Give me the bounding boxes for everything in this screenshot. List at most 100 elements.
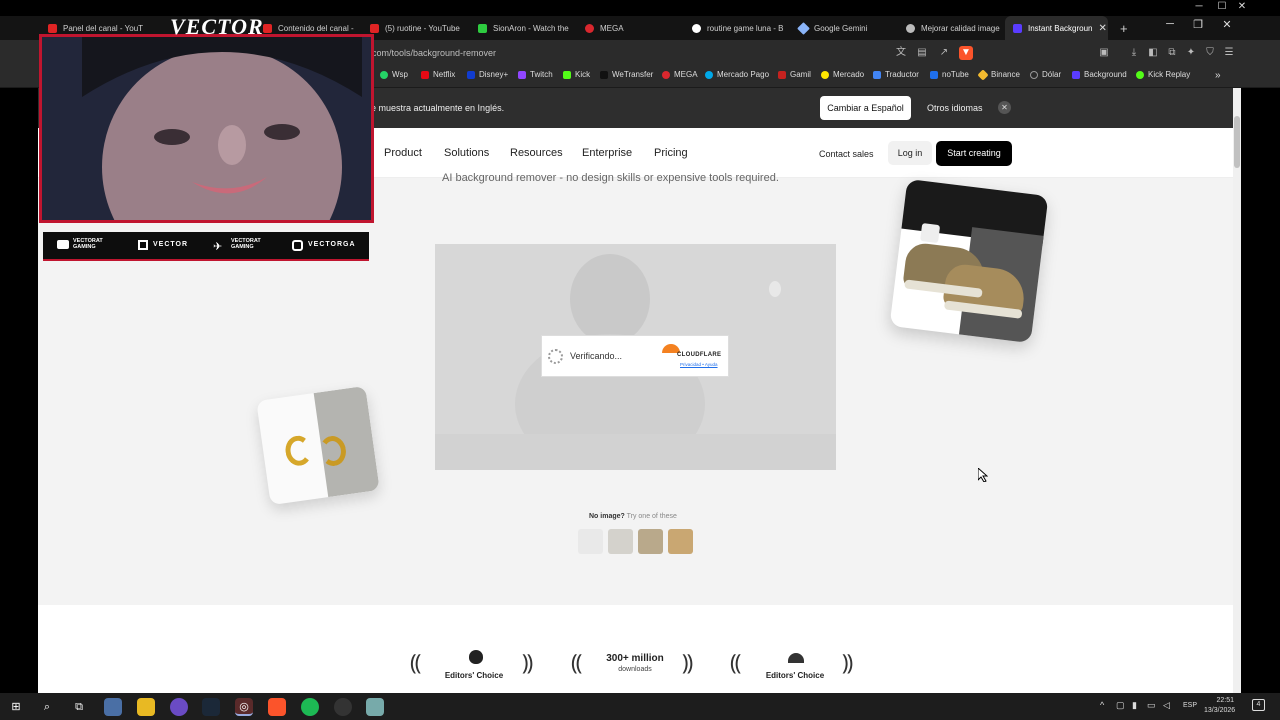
clock[interactable]: 22:51 13/3/2026	[1204, 696, 1235, 716]
sample-thumb-person[interactable]	[578, 529, 603, 554]
disney-icon	[467, 70, 475, 79]
minimize-icon-top[interactable]: ─	[1189, 1, 1209, 12]
sample-thumb-object[interactable]	[608, 529, 633, 554]
bookmark-gamil[interactable]: Gamil	[778, 70, 811, 79]
restore-icon-top[interactable]: ☐	[1212, 1, 1232, 12]
channel-logo: VECTOR	[170, 14, 264, 39]
notification-icon[interactable]: 4	[1252, 699, 1265, 711]
download-icon[interactable]: ⤓	[1127, 46, 1141, 60]
obs-icon[interactable]: ◎	[235, 698, 253, 716]
android-editors-choice: Editors' Choice	[765, 671, 825, 680]
page-scrollbar[interactable]	[1233, 88, 1241, 693]
vpn-icon[interactable]: ⛉	[1203, 46, 1217, 60]
cloudflare-brand: CLOUDFLARE	[677, 352, 722, 358]
apple-editors-choice: Editors' Choice	[444, 671, 504, 680]
spotify-icon[interactable]	[301, 698, 319, 716]
login-button[interactable]: Log in	[888, 141, 932, 165]
close-translate-icon[interactable]: ✕	[998, 101, 1011, 114]
nav-resources[interactable]: Resources	[510, 147, 563, 159]
cloudflare-links[interactable]: Privacidad • Ayuda	[680, 362, 718, 367]
translate-message: e muestra actualmente en Inglés.	[371, 103, 505, 113]
menu-icon[interactable]: ☰	[1222, 46, 1236, 60]
tab-routine-game-luna[interactable]: routine game luna - B	[684, 16, 789, 40]
wallet-icon[interactable]: ▣	[1097, 46, 1111, 60]
task-view-icon[interactable]: ⧉	[70, 698, 88, 716]
tab-ruotine-youtube[interactable]: (5) ruotine - YouTube	[362, 16, 467, 40]
nav-product[interactable]: Product	[384, 147, 422, 159]
bookmark-binance[interactable]: Binance	[977, 68, 1020, 81]
gemini-icon	[797, 21, 810, 35]
screenshot-icon[interactable]: ⧉	[1165, 46, 1179, 60]
app-icon[interactable]	[334, 698, 352, 716]
file-explorer-icon[interactable]	[137, 698, 155, 716]
bookmark-kick-replay[interactable]: Kick Replay	[1136, 70, 1190, 79]
mic-icon[interactable]: ▮	[1132, 700, 1137, 711]
tab-sionaron[interactable]: SionAron - Watch the	[470, 16, 575, 40]
new-tab-button[interactable]: +	[1112, 16, 1132, 40]
bookmark-kick[interactable]: Kick	[563, 70, 590, 79]
earring-left	[283, 434, 314, 468]
bookmark-wetransfer[interactable]: WeTransfer	[600, 70, 653, 79]
nav-pricing[interactable]: Pricing	[654, 147, 688, 159]
bookmark-mercado[interactable]: Mercado	[821, 70, 864, 79]
youtube-icon	[48, 23, 57, 33]
bookmark-netflix[interactable]: Netflix	[421, 70, 455, 79]
search-icon[interactable]: ⌕	[38, 698, 56, 716]
nav-enterprise[interactable]: Enterprise	[582, 147, 632, 159]
more-bookmarks-icon[interactable]: »	[1215, 70, 1221, 81]
bookmark-disney[interactable]: Disney+	[467, 70, 508, 79]
youtube-icon	[57, 240, 69, 249]
language-indicator[interactable]: ESP	[1183, 702, 1197, 709]
brave-shield-icon[interactable]: ▼	[959, 46, 973, 60]
bookmark-background[interactable]: Background	[1072, 70, 1127, 79]
laurel-right-icon-2: ⸩	[682, 650, 694, 675]
sample-thumb-food[interactable]	[668, 529, 693, 554]
close-tab-icon[interactable]: ✕	[1098, 23, 1106, 34]
bookmark-dolar[interactable]: Dólar	[1030, 70, 1061, 79]
youtube-icon	[263, 23, 272, 33]
close-window-icon-top[interactable]: ✕	[1232, 1, 1252, 12]
cloudflare-widget[interactable]: Verificando... CLOUDFLARE Privacidad • A…	[541, 335, 729, 377]
tab-mega[interactable]: MEGA	[577, 16, 682, 40]
bookmark-twitch[interactable]: Twitch	[518, 70, 553, 79]
switch-language-button[interactable]: Cambiar a Español	[820, 96, 911, 120]
notepad-icon[interactable]	[366, 698, 384, 716]
tab-google-gemini[interactable]: Google Gemini	[791, 16, 896, 40]
laurel-right-icon-3: ⸩	[842, 650, 854, 675]
tab-mejorar-calidad[interactable]: Mejorar calidad image	[898, 16, 1003, 40]
brave-icon[interactable]	[268, 698, 286, 716]
close-window-icon[interactable]: ✕	[1217, 18, 1237, 31]
tray-icon-1[interactable]: ▢	[1116, 700, 1125, 711]
start-creating-button[interactable]: Start creating	[936, 141, 1012, 166]
scrollbar-thumb[interactable]	[1234, 116, 1240, 168]
gmail-icon	[778, 70, 786, 79]
share-icon[interactable]: ↗	[937, 46, 951, 60]
globe-icon	[906, 23, 915, 33]
address-bar[interactable]: com/tools/background-remover	[372, 48, 496, 58]
browser-app-icon[interactable]	[170, 698, 188, 716]
vm-app-icon[interactable]	[104, 698, 122, 716]
translate-icon[interactable]: 文	[894, 46, 908, 60]
bookmark-traductor[interactable]: Traductor	[873, 70, 919, 79]
network-icon[interactable]: ▭	[1147, 700, 1156, 711]
tray-chevron-icon[interactable]: ^	[1100, 700, 1104, 710]
sidebar-icon[interactable]: ◧	[1146, 46, 1160, 60]
leo-ai-icon[interactable]: ✦	[1184, 46, 1198, 60]
reader-icon[interactable]: ▤	[915, 46, 929, 60]
sock-shape	[920, 223, 941, 244]
start-icon[interactable]: ⊞	[7, 698, 25, 716]
nav-solutions[interactable]: Solutions	[444, 147, 489, 159]
minimize-icon[interactable]: ─	[1160, 18, 1180, 30]
other-languages-button[interactable]: Otros idiomas	[927, 103, 983, 113]
restore-icon[interactable]: ❐	[1188, 18, 1208, 31]
bookmark-mercado-pago[interactable]: Mercado Pago	[705, 70, 769, 79]
tab-instant-background[interactable]: Instant Backgroun ✕	[1005, 16, 1108, 40]
steam-icon[interactable]	[202, 698, 220, 716]
bookmark-notube[interactable]: noTube	[930, 70, 969, 79]
mega-icon	[662, 70, 670, 79]
bookmark-wsp[interactable]: Wsp	[380, 70, 408, 79]
volume-icon[interactable]: ◁	[1163, 700, 1170, 711]
sample-thumb-car[interactable]	[638, 529, 663, 554]
bookmark-mega[interactable]: MEGA	[662, 70, 698, 79]
contact-sales-link[interactable]: Contact sales	[819, 149, 874, 159]
